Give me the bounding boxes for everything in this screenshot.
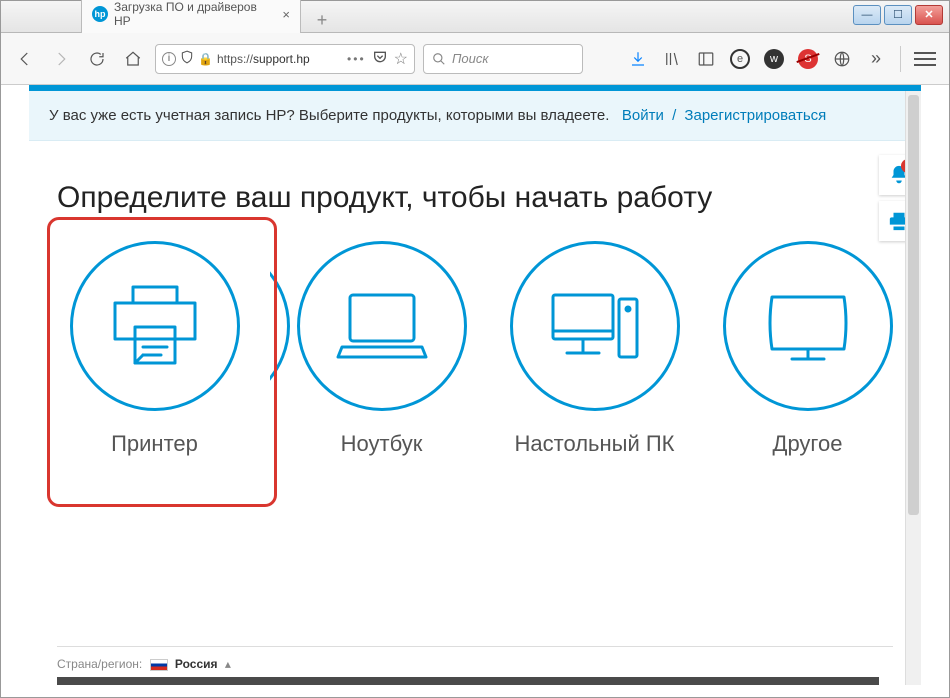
overflow-icon[interactable]: » (862, 45, 890, 73)
maximize-button[interactable]: ☐ (884, 5, 912, 25)
card-laptop-label: Ноутбук (284, 431, 479, 457)
library-icon[interactable] (658, 45, 686, 73)
footer: Страна/регион: Россия ▴ (57, 646, 893, 671)
card-printer-label: Принтер (57, 431, 252, 457)
ext-icon-1[interactable]: e (726, 45, 754, 73)
tab-row: hp Загрузка ПО и драйверов HP × + (81, 3, 335, 33)
flag-icon (150, 659, 168, 671)
close-tab-icon[interactable]: × (282, 7, 290, 22)
card-desktop[interactable]: Настольный ПК (497, 241, 692, 457)
window-controls: — ☐ ✕ (853, 5, 943, 25)
banner-separator: / (672, 107, 676, 124)
browser-tab[interactable]: hp Загрузка ПО и драйверов HP × (81, 0, 301, 33)
product-cards: Принтер Ноутбук (57, 241, 893, 457)
window-titlebar: hp Загрузка ПО и драйверов HP × + — ☐ ✕ (1, 1, 949, 33)
minimize-button[interactable]: — (853, 5, 881, 25)
register-link[interactable]: Зарегистрироваться (684, 107, 826, 124)
more-icon[interactable]: ••• (347, 52, 366, 66)
sidebar-icon[interactable] (692, 45, 720, 73)
info-icon[interactable]: i (162, 52, 176, 66)
menu-button[interactable] (911, 45, 939, 73)
page-title: Определите ваш продукт, чтобы начать раб… (57, 181, 893, 215)
close-window-button[interactable]: ✕ (915, 5, 943, 25)
card-other[interactable]: Другое (710, 241, 905, 457)
browser-toolbar: i 🔒 https://support.hp ••• ☆ Поиск e (1, 33, 949, 85)
new-tab-button[interactable]: + (309, 7, 335, 33)
card-laptop[interactable]: Ноутбук (284, 241, 479, 457)
tab-title: Загрузка ПО и драйверов HP (114, 0, 276, 28)
home-button[interactable] (119, 45, 147, 73)
globe-icon[interactable] (828, 45, 856, 73)
pocket-icon[interactable] (372, 49, 388, 68)
lock-icon: 🔒 (198, 52, 213, 66)
url-text: https://support.hp (217, 52, 310, 66)
hp-favicon: hp (92, 6, 108, 22)
login-link[interactable]: Войти (622, 107, 664, 124)
search-box[interactable]: Поиск (423, 44, 583, 74)
shield-icon[interactable] (180, 50, 194, 67)
printer-icon (70, 241, 240, 411)
ext-icon-2[interactable]: w (760, 45, 788, 73)
monitor-icon (723, 241, 893, 411)
reload-button[interactable] (83, 45, 111, 73)
laptop-icon (297, 241, 467, 411)
noscript-icon[interactable]: S (794, 45, 822, 73)
caret-up-icon[interactable]: ▴ (225, 657, 231, 671)
search-placeholder: Поиск (452, 51, 489, 66)
footer-country[interactable]: Россия (175, 657, 218, 671)
card-desktop-label: Настольный ПК (497, 431, 692, 457)
page-content: У вас уже есть учетная запись HP? Выбери… (29, 85, 921, 685)
toolbar-right: e w S » (624, 45, 939, 73)
downloads-icon[interactable] (624, 45, 652, 73)
account-banner: У вас уже есть учетная запись HP? Выбери… (29, 91, 921, 141)
banner-text: У вас уже есть учетная запись HP? Выбери… (49, 107, 609, 124)
card-printer[interactable]: Принтер (57, 241, 252, 457)
back-button[interactable] (11, 45, 39, 73)
vertical-scrollbar[interactable] (905, 91, 921, 685)
forward-button[interactable] (47, 45, 75, 73)
star-icon[interactable]: ☆ (394, 49, 408, 69)
footer-label: Страна/регион: (57, 657, 142, 671)
card-other-label: Другое (710, 431, 905, 457)
separator (900, 46, 901, 72)
address-bar[interactable]: i 🔒 https://support.hp ••• ☆ (155, 44, 415, 74)
scrollbar-thumb[interactable] (908, 95, 919, 515)
desktop-icon (510, 241, 680, 411)
footer-bar (57, 677, 879, 685)
